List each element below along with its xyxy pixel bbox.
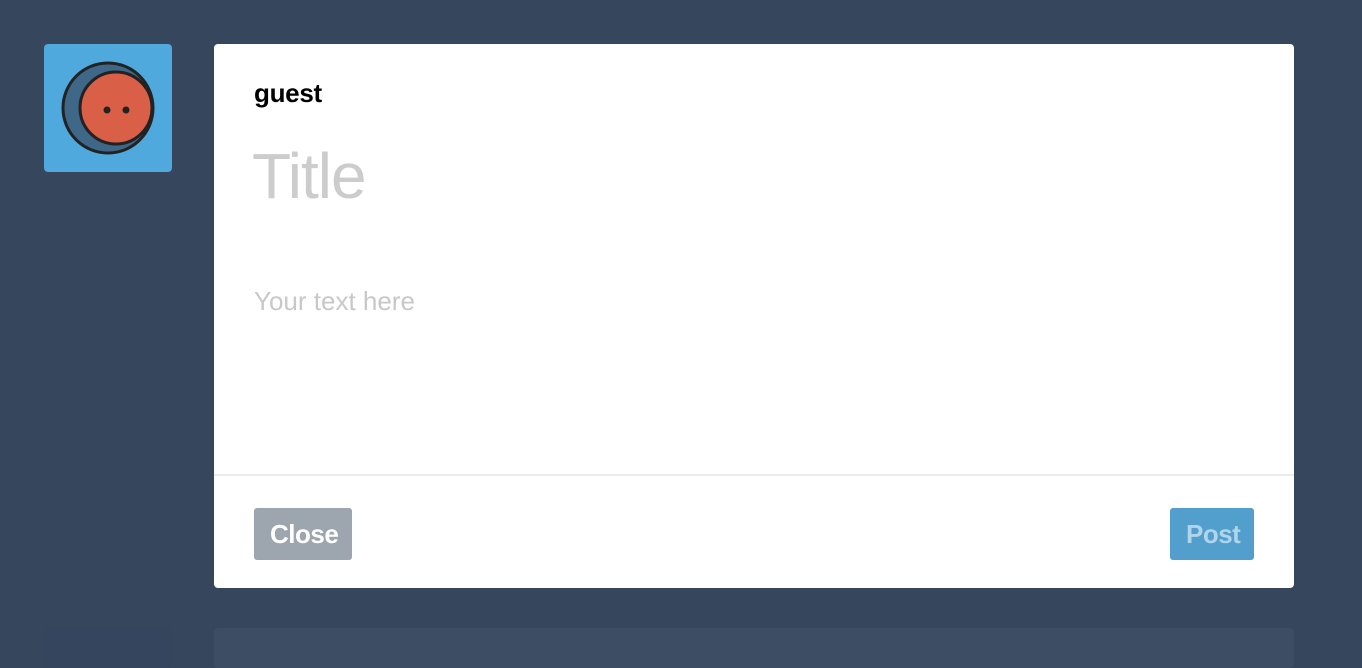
- body-text-input[interactable]: [254, 286, 1254, 456]
- next-post-card-placeholder: [214, 628, 1294, 668]
- close-button[interactable]: Close: [254, 508, 352, 560]
- post-button[interactable]: Post: [1170, 508, 1254, 560]
- user-avatar[interactable]: [44, 44, 172, 172]
- next-post-avatar-placeholder: [44, 628, 172, 668]
- title-input[interactable]: [252, 136, 1252, 216]
- post-editor-footer: Close Post: [214, 474, 1294, 588]
- post-editor-card: guest Close Post: [214, 44, 1294, 588]
- post-author-name[interactable]: guest: [254, 78, 322, 109]
- face-icon: [44, 44, 172, 172]
